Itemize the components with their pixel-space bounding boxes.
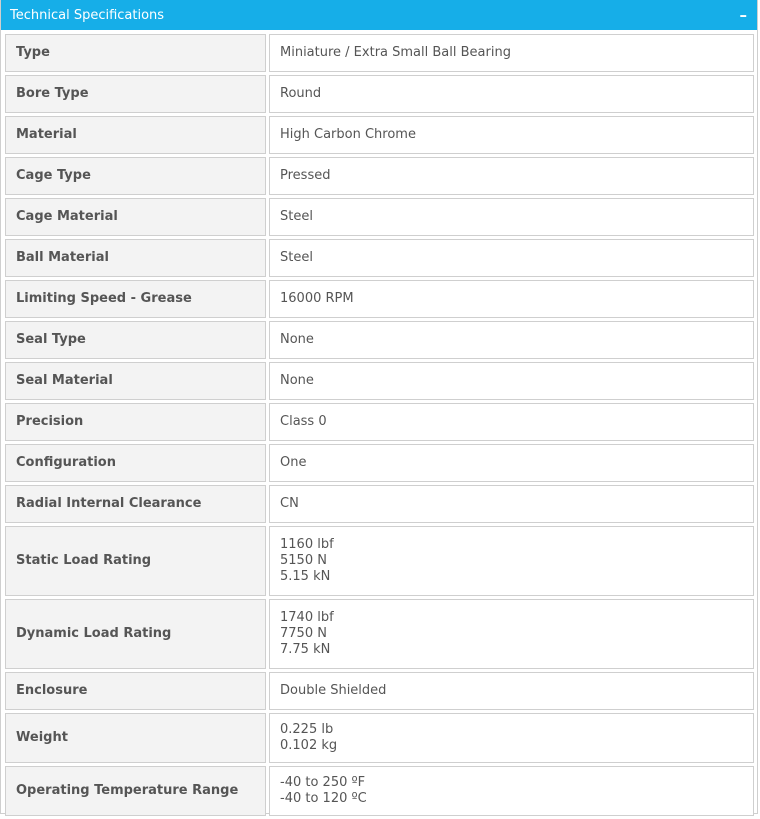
spec-value: Class 0 xyxy=(269,403,754,441)
spec-value: None xyxy=(269,321,754,359)
spec-value-line: Double Shielded xyxy=(280,683,387,698)
spec-row: Cage Type Pressed xyxy=(5,157,754,195)
spec-label: Ball Material xyxy=(5,239,266,277)
spec-value-line: Round xyxy=(280,86,322,101)
spec-row: Weight 0.225 lb 0.102 kg xyxy=(5,713,754,763)
spec-row: Operating Temperature Range -40 to 250 ºF… xyxy=(5,766,754,816)
spec-value-line: None xyxy=(280,373,314,388)
spec-value-line: 1160 lbf xyxy=(280,537,334,552)
spec-row: Dynamic Load Rating 1740 lbf 7750 N 7.75 kN xyxy=(5,599,754,669)
spec-value-line: 5150 N xyxy=(280,553,327,568)
spec-value: Steel xyxy=(269,198,754,236)
spec-row: Precision Class 0 xyxy=(5,403,754,441)
spec-value: -40 to 250 ºF -40 to 120 ºC xyxy=(269,766,754,816)
spec-label: Material xyxy=(5,116,266,154)
spec-value: Steel xyxy=(269,239,754,277)
spec-label: Configuration xyxy=(5,444,266,482)
spec-label: Enclosure xyxy=(5,672,266,710)
spec-value: 16000 RPM xyxy=(269,280,754,318)
spec-label: Type xyxy=(5,34,266,72)
spec-row: Static Load Rating 1160 lbf 5150 N 5.15 kN xyxy=(5,526,754,596)
spec-label: Bore Type xyxy=(5,75,266,113)
spec-value-line: One xyxy=(280,455,307,470)
spec-row: Enclosure Double Shielded xyxy=(5,672,754,710)
spec-value-line: 7750 N xyxy=(280,626,327,641)
spec-value-line: -40 to 250 ºF xyxy=(280,775,366,790)
spec-value-line: 1740 lbf xyxy=(280,610,334,625)
spec-row: Cage Material Steel xyxy=(5,198,754,236)
spec-row: Type Miniature / Extra Small Ball Bearing xyxy=(5,34,754,72)
spec-label: Cage Type xyxy=(5,157,266,195)
spec-value-line: 0.225 lb xyxy=(280,722,334,737)
specifications-table: Type Miniature / Extra Small Ball Bearing… xyxy=(2,31,757,819)
spec-label: Precision xyxy=(5,403,266,441)
spec-value-line: Steel xyxy=(280,250,313,265)
panel-header[interactable]: Technical Specifications – xyxy=(1,0,757,30)
spec-value-line: 0.102 kg xyxy=(280,738,338,753)
spec-value-line: Class 0 xyxy=(280,414,327,429)
collapse-icon[interactable]: – xyxy=(740,7,748,23)
spec-label: Cage Material xyxy=(5,198,266,236)
spec-label: Seal Type xyxy=(5,321,266,359)
spec-value-line: Steel xyxy=(280,209,313,224)
spec-value-line: 16000 RPM xyxy=(280,291,354,306)
spec-row: Material High Carbon Chrome xyxy=(5,116,754,154)
spec-value: CN xyxy=(269,485,754,523)
spec-value-line: High Carbon Chrome xyxy=(280,127,416,142)
spec-value: Round xyxy=(269,75,754,113)
spec-value-line: 5.15 kN xyxy=(280,569,331,584)
spec-value-line: Pressed xyxy=(280,168,331,183)
spec-value: None xyxy=(269,362,754,400)
spec-row: Ball Material Steel xyxy=(5,239,754,277)
spec-value-line: 7.75 kN xyxy=(280,642,331,657)
spec-row: Configuration One xyxy=(5,444,754,482)
spec-value-line: CN xyxy=(280,496,299,511)
spec-value: 1740 lbf 7750 N 7.75 kN xyxy=(269,599,754,669)
specifications-table-body: Type Miniature / Extra Small Ball Bearing… xyxy=(5,34,754,816)
spec-row: Seal Material None xyxy=(5,362,754,400)
spec-label: Weight xyxy=(5,713,266,763)
spec-row: Seal Type None xyxy=(5,321,754,359)
spec-value-line: None xyxy=(280,332,314,347)
spec-value: Miniature / Extra Small Ball Bearing xyxy=(269,34,754,72)
technical-specifications-panel: Technical Specifications – Type Miniature… xyxy=(0,0,758,816)
spec-value: 0.225 lb 0.102 kg xyxy=(269,713,754,763)
spec-label: Operating Temperature Range xyxy=(5,766,266,816)
spec-value: Double Shielded xyxy=(269,672,754,710)
spec-value: High Carbon Chrome xyxy=(269,116,754,154)
spec-label: Radial Internal Clearance xyxy=(5,485,266,523)
spec-label: Dynamic Load Rating xyxy=(5,599,266,669)
spec-value-line: Miniature / Extra Small Ball Bearing xyxy=(280,45,511,60)
spec-row: Radial Internal Clearance CN xyxy=(5,485,754,523)
spec-value: 1160 lbf 5150 N 5.15 kN xyxy=(269,526,754,596)
spec-value: One xyxy=(269,444,754,482)
spec-label: Limiting Speed - Grease xyxy=(5,280,266,318)
spec-row: Bore Type Round xyxy=(5,75,754,113)
spec-value-line: -40 to 120 ºC xyxy=(280,791,367,806)
spec-label: Static Load Rating xyxy=(5,526,266,596)
spec-label: Seal Material xyxy=(5,362,266,400)
spec-row: Limiting Speed - Grease 16000 RPM xyxy=(5,280,754,318)
spec-value: Pressed xyxy=(269,157,754,195)
panel-title: Technical Specifications xyxy=(10,7,165,23)
